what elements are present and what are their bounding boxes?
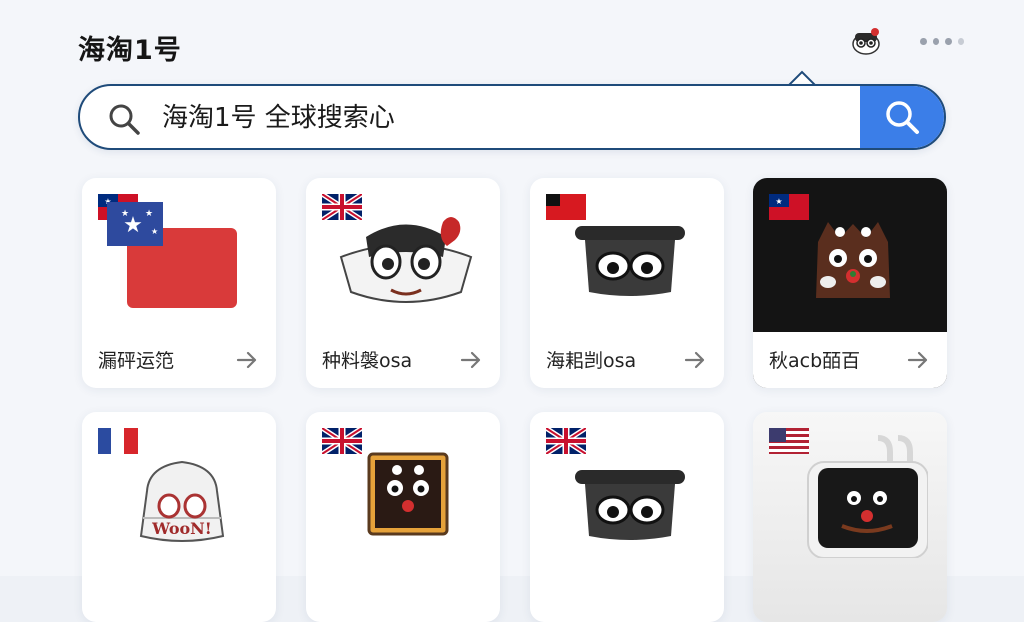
product-card[interactable] bbox=[530, 412, 724, 622]
card-footer: 海耜剀osa bbox=[530, 332, 724, 388]
product-card[interactable]: 种料褩osa bbox=[306, 178, 500, 388]
product-card[interactable]: 海耜剀osa bbox=[530, 178, 724, 388]
svg-text:★: ★ bbox=[121, 209, 129, 219]
card-label: 漏砰运笵 bbox=[98, 350, 175, 372]
app-window: 海淘1号 海淘1号 全球搜索心 ★ ★ ★ ★ ★ 漏砰运笵 种料褩osa 海耜… bbox=[0, 0, 1024, 622]
dot bbox=[957, 37, 964, 45]
search-icon bbox=[886, 101, 919, 134]
search-icon bbox=[109, 104, 140, 135]
samoa-flag-large-icon: ★ ★ ★ ★ bbox=[107, 202, 237, 308]
mascot-woon-icon: WooN! bbox=[139, 460, 225, 542]
more-dots-icon[interactable] bbox=[920, 36, 964, 46]
product-card[interactable]: ★ 秋acb皕百 bbox=[753, 178, 947, 388]
mascot-framed-icon bbox=[367, 452, 449, 536]
arrow-right-icon[interactable] bbox=[684, 350, 706, 370]
product-card[interactable]: WooN! bbox=[82, 412, 276, 622]
card-label: 秋acb皕百 bbox=[769, 350, 861, 372]
card-footer: 种料褩osa bbox=[306, 332, 500, 388]
search-bar bbox=[78, 70, 946, 150]
search-box bbox=[78, 84, 946, 150]
card-label: 海耜剀osa bbox=[546, 350, 637, 372]
header: 海淘1号 bbox=[78, 22, 964, 66]
mascot-face-icon bbox=[339, 217, 473, 303]
arrow-right-icon[interactable] bbox=[236, 350, 258, 370]
svg-text:★: ★ bbox=[145, 209, 153, 219]
mascot-hat-face-icon bbox=[575, 470, 685, 540]
card-label: 种料褩osa bbox=[322, 350, 413, 372]
search-input[interactable] bbox=[162, 96, 842, 140]
product-card[interactable] bbox=[753, 412, 947, 622]
mascot-group-dark-icon bbox=[816, 222, 890, 298]
app-title: 海淘1号 bbox=[78, 35, 182, 66]
arrow-right-icon[interactable] bbox=[460, 350, 482, 370]
card-footer: 秋acb皕百 bbox=[753, 332, 947, 388]
dot bbox=[920, 37, 927, 45]
dot bbox=[945, 37, 952, 45]
product-card[interactable]: ★ ★ ★ ★ ★ 漏砰运笵 bbox=[82, 178, 276, 388]
svg-text:★: ★ bbox=[151, 227, 158, 236]
product-card[interactable] bbox=[306, 412, 500, 622]
card-footer: 漏砰运笵 bbox=[82, 332, 276, 388]
mascot-avatar-icon[interactable] bbox=[850, 24, 882, 56]
search-submit-button[interactable] bbox=[860, 86, 944, 148]
mascot-device-icon bbox=[807, 435, 928, 558]
dot bbox=[932, 37, 939, 45]
mascot-hat-face-icon bbox=[575, 226, 685, 296]
arrow-right-icon[interactable] bbox=[907, 350, 929, 370]
svg-text:WooN!: WooN! bbox=[151, 519, 212, 538]
